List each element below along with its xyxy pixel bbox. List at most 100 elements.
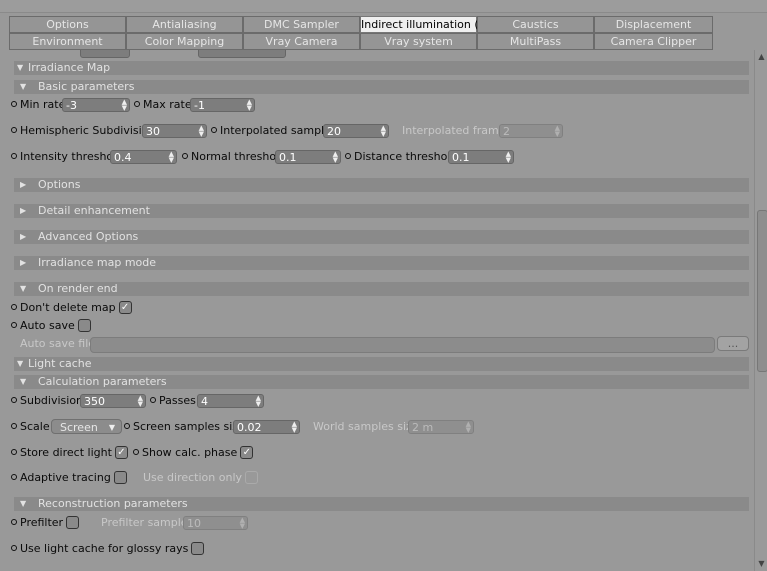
- distance-threshold-field[interactable]: 0.1 ▲ ▼: [448, 150, 514, 164]
- animate-dot-icon[interactable]: [11, 474, 17, 480]
- animate-dot-icon[interactable]: [11, 322, 17, 328]
- animate-dot-icon[interactable]: [11, 449, 17, 455]
- auto-save-checkbox[interactable]: [77, 318, 91, 332]
- on-render-end-header[interactable]: ▼ On render end: [14, 282, 749, 296]
- spinner-arrows-icon[interactable]: ▲ ▼: [506, 151, 511, 164]
- spinner-arrows-icon[interactable]: ▲ ▼: [247, 99, 252, 112]
- triangle-down-icon: ▼: [20, 284, 27, 293]
- options-header[interactable]: ▶ Options: [14, 178, 749, 192]
- prefilter-checkbox[interactable]: [66, 515, 80, 529]
- normal-threshold-field[interactable]: 0.1 ▲ ▼: [275, 150, 341, 164]
- triangle-right-icon: ▶: [20, 232, 27, 241]
- light-cache-header[interactable]: ▼ Light cache: [14, 357, 749, 371]
- subdivision-field[interactable]: 350 ▲ ▼: [80, 394, 146, 408]
- interpolated-frames-label: Interpolated frames: [402, 124, 512, 137]
- irradiance-map-mode-header[interactable]: ▶ Irradiance map mode: [14, 256, 749, 270]
- scrollbar-thumb[interactable]: [757, 210, 767, 372]
- adaptive-tracing-checkbox[interactable]: [113, 470, 127, 484]
- hemispheric-subdivision-label: Hemispheric Subdivision: [11, 122, 155, 140]
- animate-dot-icon[interactable]: [124, 423, 130, 429]
- tab-color-mapping[interactable]: Color Mapping: [126, 33, 243, 50]
- screen-samples-size-field[interactable]: 0.02 ▲ ▼: [233, 420, 300, 434]
- tab-indirect-illumination[interactable]: Indirect illumination (GI): [360, 16, 495, 33]
- subdivision-label: Subdivision: [11, 392, 83, 410]
- animate-dot-icon[interactable]: [11, 127, 17, 133]
- tab-environment[interactable]: Environment: [9, 33, 126, 50]
- calculation-parameters-title: Calculation parameters: [38, 375, 167, 388]
- tab-multipass[interactable]: MultiPass: [477, 33, 594, 50]
- dont-delete-map-checkbox[interactable]: ✓: [118, 300, 132, 314]
- interpolated-samples-field[interactable]: 20 ▲ ▼: [323, 124, 389, 138]
- options-title: Options: [38, 178, 81, 191]
- animate-dot-icon[interactable]: [211, 127, 217, 133]
- animate-dot-icon[interactable]: [134, 101, 140, 107]
- animate-dot-icon[interactable]: [150, 397, 156, 403]
- animate-dot-icon[interactable]: [11, 153, 17, 159]
- spinner-arrows-icon[interactable]: ▲ ▼: [292, 421, 297, 434]
- animate-dot-icon[interactable]: [11, 545, 17, 551]
- tab-camera-clipper[interactable]: Camera Clipper: [594, 33, 713, 50]
- store-direct-light-label: Store direct light ✓: [11, 444, 128, 462]
- animate-dot-icon[interactable]: [11, 519, 17, 525]
- triangle-right-icon: ▶: [20, 206, 27, 215]
- browse-file-button[interactable]: ...: [717, 336, 749, 351]
- spinner-arrows-icon[interactable]: ▲ ▼: [381, 125, 386, 138]
- normal-threshold-label: Normal threshold: [182, 148, 286, 166]
- animate-dot-icon[interactable]: [11, 101, 17, 107]
- passes-field[interactable]: 4 ▲ ▼: [197, 394, 264, 408]
- distance-threshold-label: Distance threshold: [345, 148, 457, 166]
- spinner-arrows-icon[interactable]: ▲ ▼: [169, 151, 174, 164]
- advanced-options-header[interactable]: ▶ Advanced Options: [14, 230, 749, 244]
- min-rate-field[interactable]: -3 ▲ ▼: [62, 98, 130, 112]
- reconstruction-parameters-header[interactable]: ▼ Reconstruction parameters: [14, 497, 749, 511]
- advanced-options-title: Advanced Options: [38, 230, 139, 243]
- max-rate-field[interactable]: -1 ▲ ▼: [190, 98, 255, 112]
- animate-dot-icon[interactable]: [11, 304, 17, 310]
- animate-dot-icon[interactable]: [133, 449, 139, 455]
- scroll-up-arrow-icon[interactable]: ▲: [756, 52, 767, 62]
- triangle-down-icon: ▼: [17, 359, 24, 368]
- spinner-arrows-icon[interactable]: ▲ ▼: [333, 151, 338, 164]
- spinner-arrows-icon[interactable]: ▲ ▼: [138, 395, 143, 408]
- tab-antialiasing[interactable]: Antialiasing: [126, 16, 243, 33]
- on-render-end-title: On render end: [38, 282, 118, 295]
- triangle-down-icon: ▼: [20, 377, 27, 386]
- tab-options[interactable]: Options: [9, 16, 126, 33]
- hemispheric-subdivision-field[interactable]: 30 ▲ ▼: [142, 124, 207, 138]
- scroll-down-arrow-icon[interactable]: ▼: [756, 559, 767, 569]
- auto-save-file-input[interactable]: [90, 337, 715, 353]
- basic-parameters-header[interactable]: ▼ Basic parameters: [14, 80, 749, 94]
- chevron-down-icon: ▼: [108, 423, 115, 432]
- tab-vray-system[interactable]: Vray system: [360, 33, 477, 50]
- interpolated-samples-label: Interpolated samples: [211, 122, 337, 140]
- scale-dropdown[interactable]: Screen ▼: [51, 419, 122, 434]
- calculation-parameters-header[interactable]: ▼ Calculation parameters: [14, 375, 749, 389]
- show-calc-phase-checkbox[interactable]: ✓: [240, 445, 254, 459]
- animate-dot-icon[interactable]: [11, 397, 17, 403]
- basic-parameters-title: Basic parameters: [38, 80, 135, 93]
- show-calc-phase-label: Show calc. phase ✓: [133, 444, 254, 462]
- tab-vray-camera[interactable]: Vray Camera: [243, 33, 360, 50]
- irradiance-map-header[interactable]: ▼ Irradiance Map: [14, 61, 749, 75]
- detail-enhancement-header[interactable]: ▶ Detail enhancement: [14, 204, 749, 218]
- prefilter-label: Prefilter: [11, 514, 80, 532]
- intensity-threshold-field[interactable]: 0.4 ▲ ▼: [110, 150, 177, 164]
- spinner-arrows-icon[interactable]: ▲ ▼: [256, 395, 261, 408]
- vertical-scrollbar[interactable]: ▲ ▼: [754, 50, 767, 571]
- tab-row-1: Options Antialiasing DMC Sampler Indirec…: [9, 16, 713, 33]
- reconstruction-parameters-title: Reconstruction parameters: [38, 497, 188, 510]
- dont-delete-map-label: Don't delete map ✓: [11, 299, 132, 317]
- interpolated-frames-field: 2 ▲ ▼: [499, 124, 563, 138]
- spinner-arrows-icon[interactable]: ▲ ▼: [199, 125, 204, 138]
- tab-dmc-sampler[interactable]: DMC Sampler: [243, 16, 360, 33]
- store-direct-light-checkbox[interactable]: ✓: [114, 445, 128, 459]
- animate-dot-icon[interactable]: [345, 153, 351, 159]
- tab-displacement[interactable]: Displacement: [594, 16, 713, 33]
- use-light-cache-glossy-checkbox[interactable]: [191, 541, 205, 555]
- triangle-right-icon: ▶: [20, 258, 27, 267]
- animate-dot-icon[interactable]: [182, 153, 188, 159]
- spinner-arrows-icon: ▲ ▼: [465, 420, 471, 434]
- spinner-arrows-icon[interactable]: ▲ ▼: [122, 99, 127, 112]
- animate-dot-icon[interactable]: [11, 423, 17, 429]
- tab-caustics[interactable]: Caustics: [477, 16, 594, 33]
